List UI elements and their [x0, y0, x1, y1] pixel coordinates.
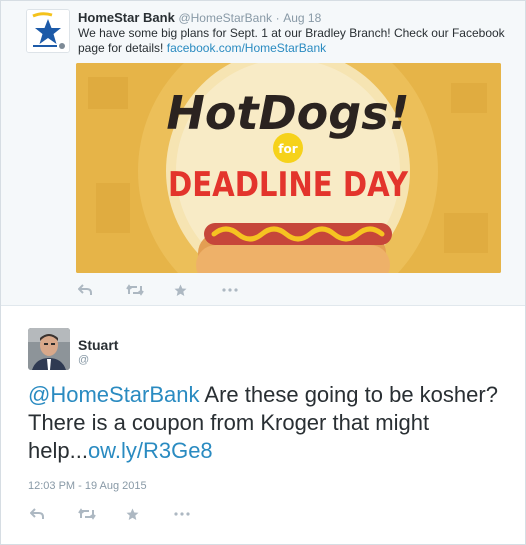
favorite-icon[interactable]	[174, 282, 222, 298]
tweet-text: We have some big plans for Sept. 1 at ou…	[78, 26, 508, 56]
tweet-conversation: HomeStar Bank @HomeStarBank · Aug 18 We …	[0, 0, 526, 545]
hotdog-sausage	[204, 223, 392, 245]
profile-photo	[28, 328, 70, 370]
homestar-logo-icon	[27, 10, 69, 52]
mention-link[interactable]: @HomeStarBank	[28, 382, 200, 407]
more-icon[interactable]	[222, 282, 270, 298]
reply-author-name[interactable]: Stuart	[78, 337, 118, 353]
owly-link[interactable]: ow.ly/R3Ge8	[88, 438, 213, 463]
retweet-icon[interactable]	[126, 282, 174, 298]
hotdog-promo-graphic: HotDogs! for DEADLINE DAY	[76, 63, 501, 273]
retweet-icon[interactable]	[78, 506, 126, 522]
reply-icon[interactable]	[30, 506, 78, 522]
reply-icon[interactable]	[78, 282, 126, 298]
tweet-image[interactable]: HotDogs! for DEADLINE DAY	[76, 63, 501, 273]
promo-for: for	[278, 142, 297, 156]
tweet2-actions	[30, 506, 222, 522]
tweet-time[interactable]: Aug 18	[283, 11, 321, 25]
reply-timestamp[interactable]: 12:03 PM - 19 Aug 2015	[28, 480, 147, 492]
reply-tweet-text: @HomeStarBank Are these going to be kosh…	[28, 381, 508, 465]
author-handle[interactable]: @HomeStarBank	[178, 11, 272, 25]
reply-author-handle[interactable]: @	[78, 354, 89, 366]
hotdog-bun-front	[196, 245, 390, 273]
homestar-bank-avatar[interactable]	[26, 9, 70, 53]
facebook-link[interactable]: facebook.com/HomeStarBank	[167, 41, 326, 55]
header-separator: ·	[275, 11, 280, 25]
stuart-avatar[interactable]	[28, 328, 70, 370]
favorite-icon[interactable]	[126, 506, 174, 522]
original-tweet: HomeStar Bank @HomeStarBank · Aug 18 We …	[1, 1, 525, 306]
promo-subtitle: DEADLINE DAY	[168, 165, 408, 205]
promo-title: HotDogs!	[166, 86, 409, 140]
tweet1-actions	[78, 282, 270, 298]
author-name[interactable]: HomeStar Bank	[78, 10, 175, 25]
more-icon[interactable]	[174, 506, 222, 522]
tweet-header: HomeStar Bank @HomeStarBank · Aug 18	[78, 10, 321, 25]
